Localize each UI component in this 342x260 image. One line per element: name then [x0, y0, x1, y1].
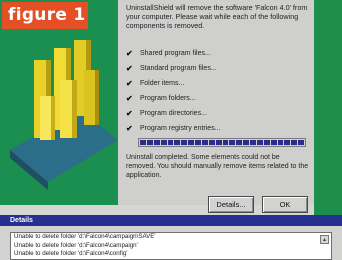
component-label: Folder items...: [140, 80, 185, 87]
figure-label: figure 1: [2, 2, 88, 29]
progress-block: [298, 140, 304, 145]
component-label: Program directories...: [140, 110, 207, 117]
details-button[interactable]: Details...: [208, 196, 254, 213]
list-item: Unable to delete folder 'd:\Falcon4\camp…: [14, 241, 138, 249]
component-label: Program registry entries...: [140, 125, 221, 132]
progress-block: [160, 140, 167, 145]
progress-block: [140, 140, 146, 145]
progress-block: [167, 140, 174, 145]
check-icon: ✔: [126, 124, 133, 133]
progress-block: [229, 140, 236, 145]
progress-block: [153, 140, 160, 145]
progress-block: [146, 140, 153, 145]
progress-block: [277, 140, 284, 145]
details-list[interactable]: Unable to delete folder 'd:\Falcon4\camp…: [10, 232, 332, 260]
component-list: ✔ Shared program files... ✔ Standard progr…: [126, 46, 312, 136]
progress-block: [263, 140, 270, 145]
status-message: Uninstall completed. Some elements could…: [126, 154, 309, 179]
progress-block: [236, 140, 243, 145]
progress-bar: [138, 138, 306, 147]
installer-art-panel: [0, 0, 118, 205]
check-icon: ✔: [126, 94, 133, 103]
details-title-bar: Details: [0, 215, 342, 226]
check-icon: ✔: [126, 49, 133, 58]
progress-block: [215, 140, 222, 145]
check-icon: ✔: [126, 79, 133, 88]
progress-block: [222, 140, 229, 145]
progress-block: [243, 140, 249, 145]
list-item: Unable to delete folder 'd:\Falcon4\conf…: [14, 250, 128, 257]
list-item: ✔ Program directories...: [126, 106, 312, 121]
progress-block: [256, 140, 263, 145]
uninstall-message: UninstallShield will remove the software…: [126, 3, 308, 30]
progress-block: [181, 140, 188, 145]
list-item: ✔ Program registry entries...: [126, 121, 312, 136]
component-label: Standard program files...: [140, 65, 217, 72]
component-label: Program folders...: [140, 95, 196, 102]
component-label: Shared program files...: [140, 50, 211, 57]
progress-block: [250, 140, 256, 145]
check-icon: ✔: [126, 64, 133, 73]
details-panel: Unable to delete folder 'd:\Falcon4\camp…: [0, 226, 342, 260]
progress-block: [201, 140, 208, 145]
check-icon: ✔: [126, 109, 133, 118]
list-item: ✔ Standard program files...: [126, 61, 312, 76]
progress-block: [270, 140, 277, 145]
progress-block: [174, 140, 181, 145]
uninstall-window: figure 1 UninstallShield will remove the…: [0, 0, 342, 260]
list-item: ✔ Shared program files...: [126, 46, 312, 61]
uninstall-dialog: UninstallShield will remove the software…: [118, 0, 314, 205]
list-item: ✔ Folder items...: [126, 76, 312, 91]
list-item: Unable to delete folder 'd:\Falcon4\camp…: [14, 233, 156, 240]
ok-button[interactable]: OK: [262, 196, 308, 213]
scroll-up-icon[interactable]: ▲: [320, 235, 329, 244]
progress-block: [195, 140, 201, 145]
progress-block: [291, 140, 298, 145]
progress-block: [208, 140, 215, 145]
installer-art-graphic: [0, 0, 118, 205]
background-strip: [314, 0, 342, 215]
list-item: ✔ Program folders...: [126, 91, 312, 106]
progress-block: [188, 140, 194, 145]
progress-block: [284, 140, 291, 145]
